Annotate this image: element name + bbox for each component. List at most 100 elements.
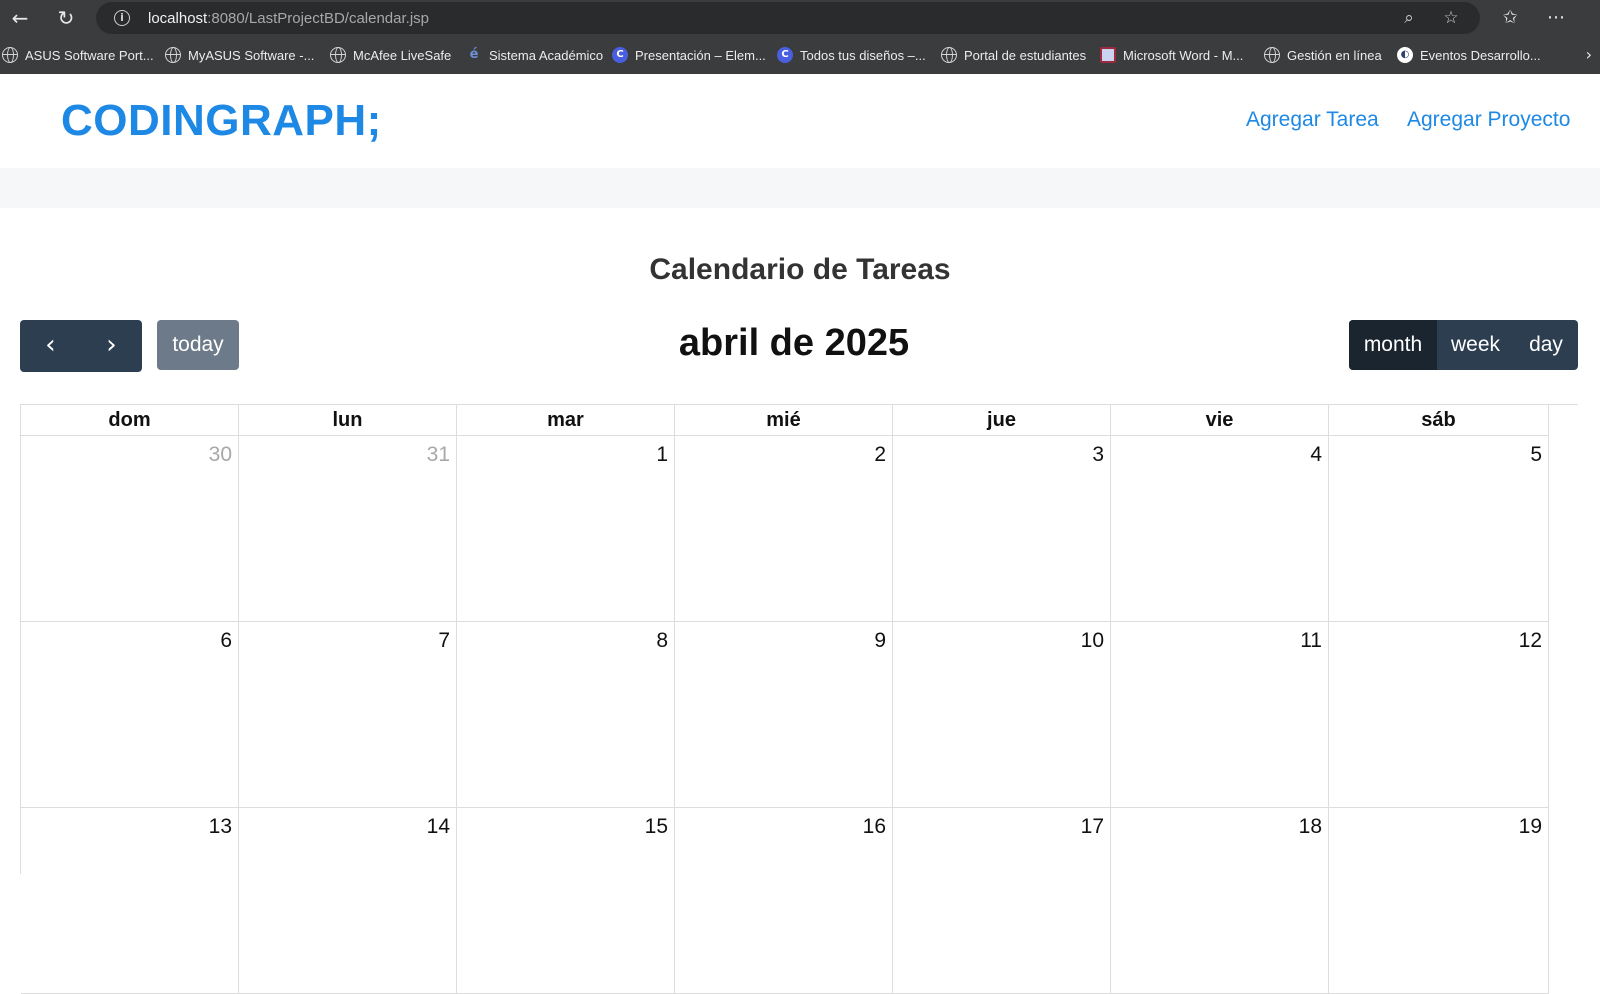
bookmark-item[interactable]: MyASUS Software -... [165,46,314,64]
day-number[interactable]: 17 [1081,815,1104,839]
bookmark-label: Portal de estudiantes [964,47,1087,63]
calendar-day-cell[interactable]: 4 [1111,436,1329,622]
day-header: jue [893,405,1111,436]
calendar-grid: dom lun mar mié jue vie sáb 30 31 1 2 3 4 5 6 7 8 9 10 11 12… [20,404,1578,994]
month-view-button[interactable]: month [1349,320,1437,370]
bookmark-label: Sistema Académico [489,47,604,63]
day-number[interactable]: 6 [220,629,232,653]
url-host: localhost [148,10,208,27]
bookmark-item[interactable]: Microsoft Word - M... [1100,46,1243,64]
globe-icon [165,47,181,63]
header-band [0,168,1600,208]
back-icon[interactable]: ← [6,4,34,32]
calendar-day-cell[interactable]: 9 [675,622,893,808]
day-number[interactable]: 11 [1300,629,1322,653]
calendar-day-cell[interactable]: 10 [893,622,1111,808]
calendar-day-cell[interactable]: 18 [1111,808,1329,994]
calendar-day-cell[interactable]: 3 [893,436,1111,622]
calendar-day-cell[interactable]: 15 [457,808,675,994]
globe-icon [330,47,346,63]
day-number[interactable]: 12 [1519,629,1542,653]
day-number[interactable]: 15 [645,815,668,839]
canva-icon: C [777,47,793,63]
site-navbar: CODINGRAPH; Agregar Tarea Agregar Proyec… [0,74,1600,168]
day-header: sáb [1329,405,1549,436]
day-number[interactable]: 9 [874,629,886,653]
day-header: mar [457,405,675,436]
bookmark-item[interactable]: ◐ Eventos Desarrollo... [1397,46,1541,64]
bookmark-label: Gestión en línea [1287,47,1382,63]
calendar-day-cell[interactable]: 13 [21,808,239,994]
address-row: ← ↻ i localhost:8080/LastProjectBD/calen… [0,0,1600,36]
zoom-icon[interactable]: ⌕ [1398,7,1420,29]
view-switcher: month week day [1349,320,1578,370]
url-path: :8080/LastProjectBD/calendar.jsp [207,10,430,27]
reload-icon[interactable]: ↻ [52,4,80,32]
browser-chrome: ← ↻ i localhost:8080/LastProjectBD/calen… [0,0,1600,74]
bookmark-label: ASUS Software Port... [25,47,154,63]
calendar-day-cell[interactable]: 16 [675,808,893,994]
day-number[interactable]: 18 [1299,815,1322,839]
week-view-button[interactable]: week [1437,320,1514,370]
events-icon: ◐ [1397,47,1413,63]
bookmark-item[interactable]: Gestión en línea [1264,46,1382,64]
add-project-link[interactable]: Agregar Proyecto [1407,108,1570,132]
bookmark-item[interactable]: é Sistema Académico [466,46,604,64]
favorites-icon[interactable]: ✩ [1496,4,1524,32]
calendar-day-cell[interactable]: 7 [239,622,457,808]
info-icon[interactable]: i [114,10,130,26]
day-number[interactable]: 8 [656,629,668,653]
globe-icon [941,47,957,63]
academic-icon: é [469,47,479,62]
more-icon[interactable]: ⋯ [1542,4,1570,32]
bookmark-item[interactable]: C Todos tus diseños –... [777,46,926,64]
calendar-day-cell[interactable]: 5 [1329,436,1549,622]
day-number[interactable]: 30 [209,443,232,467]
bookmarks-bar: › ASUS Software Port... MyASUS Software -… [0,40,1600,70]
day-number[interactable]: 3 [1092,443,1104,467]
globe-icon [1264,47,1280,63]
day-number[interactable]: 16 [863,815,886,839]
day-number[interactable]: 13 [209,815,232,839]
star-icon[interactable]: ☆ [1440,7,1462,29]
bookmark-item[interactable]: Portal de estudiantes [941,46,1086,64]
day-number[interactable]: 4 [1310,443,1322,467]
calendar-day-cell[interactable]: 30 [21,436,239,622]
bookmark-label: MyASUS Software -... [188,47,315,63]
calendar-day-cell[interactable]: 6 [21,622,239,808]
day-number[interactable]: 2 [874,443,886,467]
bookmark-label: Todos tus diseños –... [800,47,926,63]
day-number[interactable]: 7 [438,629,450,653]
calendar-day-cell[interactable]: 1 [457,436,675,622]
calendar-day-cell[interactable]: 31 [239,436,457,622]
bookmark-item[interactable]: C Presentación – Elem... [612,46,766,64]
day-header: dom [21,405,239,436]
day-number[interactable]: 31 [427,443,450,467]
globe-icon [2,47,18,63]
page-title: Calendario de Tareas [649,253,951,286]
day-number[interactable]: 1 [656,443,668,467]
calendar-day-cell[interactable]: 2 [675,436,893,622]
day-number[interactable]: 5 [1530,443,1542,467]
brand-logo[interactable]: CODINGRAPH; [61,96,382,146]
calendar-day-cell[interactable]: 19 [1329,808,1549,994]
calendar-day-cell[interactable]: 17 [893,808,1111,994]
bookmark-label: Presentación – Elem... [635,47,766,63]
word-icon [1100,47,1116,63]
day-number[interactable]: 10 [1081,629,1104,653]
day-header: mié [675,405,893,436]
chevron-right-icon[interactable]: › [1586,45,1592,64]
address-bar[interactable]: i localhost:8080/LastProjectBD/calendar.… [96,2,1480,34]
calendar-day-cell[interactable]: 12 [1329,622,1549,808]
day-view-button[interactable]: day [1514,320,1578,370]
calendar-day-cell[interactable]: 14 [239,808,457,994]
canva-icon: C [612,47,628,63]
bookmark-item[interactable]: ASUS Software Port... [2,46,154,64]
day-number[interactable]: 14 [427,815,450,839]
add-task-link[interactable]: Agregar Tarea [1246,108,1379,132]
calendar-day-cell[interactable]: 8 [457,622,675,808]
calendar-day-cell[interactable]: 11 [1111,622,1329,808]
url-text[interactable]: localhost:8080/LastProjectBD/calendar.js… [148,10,429,27]
bookmark-item[interactable]: McAfee LiveSafe [330,46,451,64]
day-number[interactable]: 19 [1519,815,1542,839]
